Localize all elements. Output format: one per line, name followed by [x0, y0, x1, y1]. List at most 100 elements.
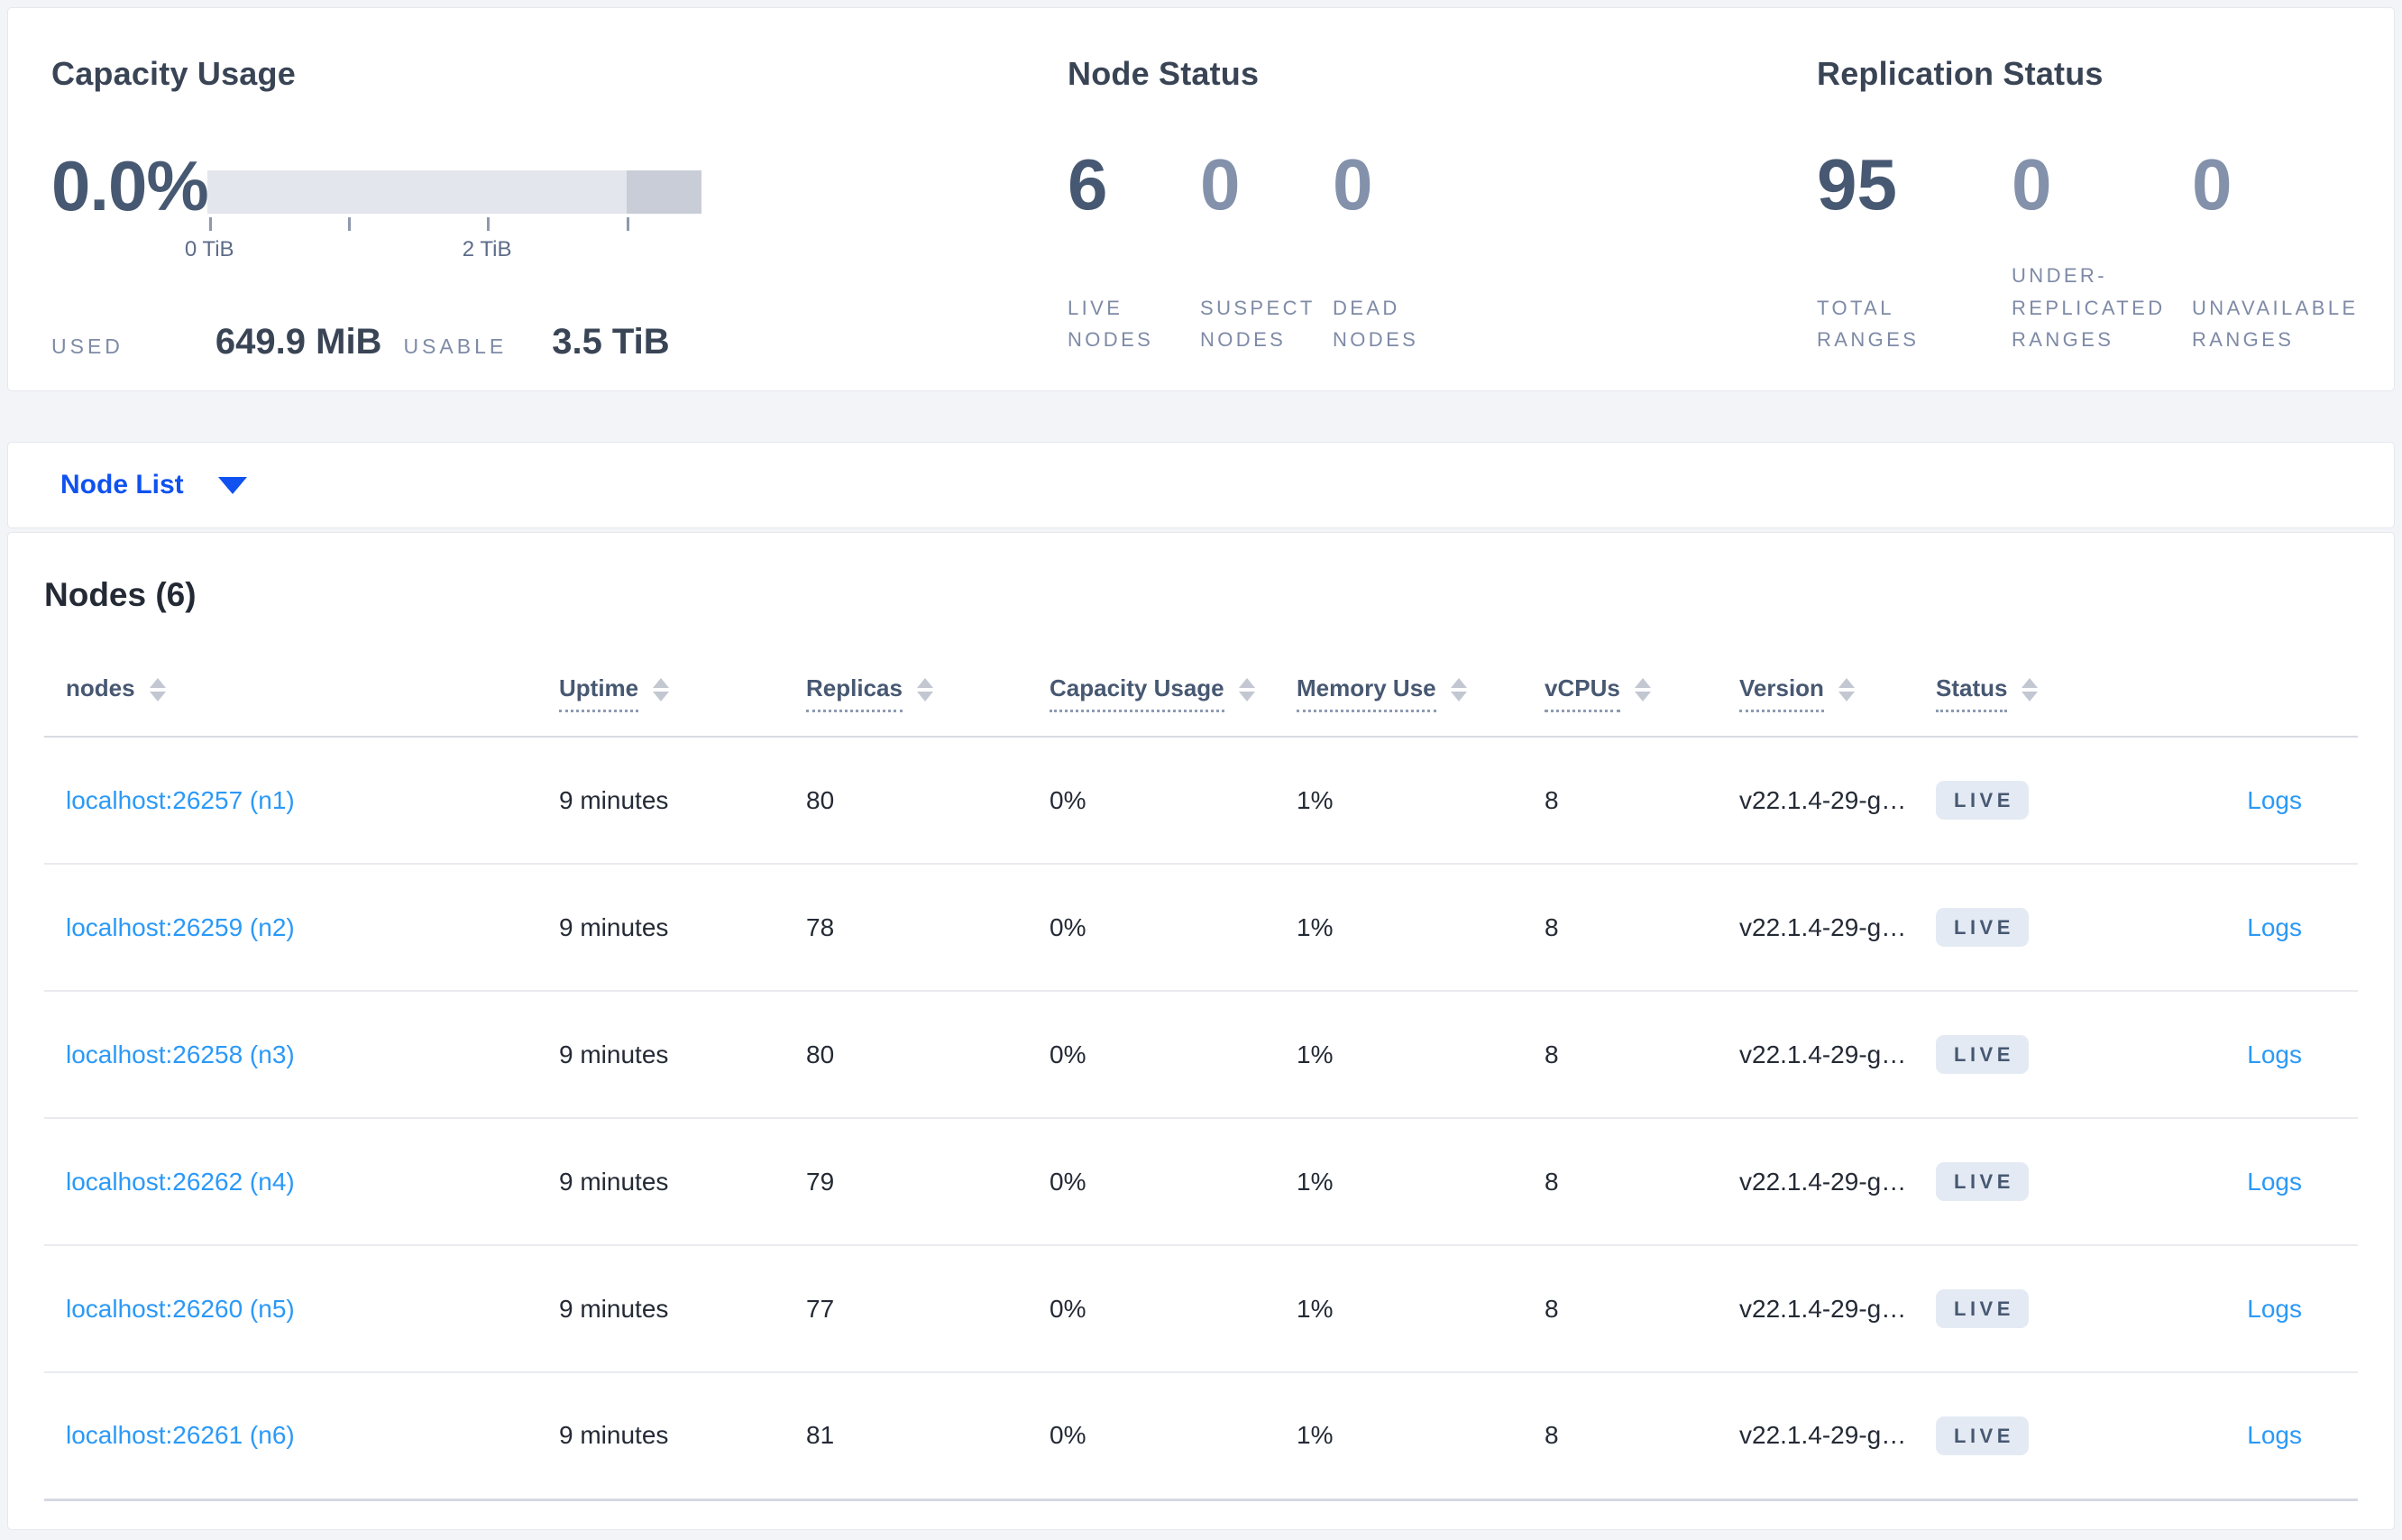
nodes-card: Nodes (6) nodes Uptime Replicas Capacity… — [7, 532, 2395, 1530]
replicas-cell: 78 — [806, 864, 1050, 992]
table-row: localhost:26257 (n1) 9 minutes 80 0% 1% … — [44, 737, 2358, 865]
live-nodes-stat: 6 LIVE NODES — [1068, 8, 1200, 390]
node-link[interactable]: localhost:26262 (n4) — [66, 1168, 295, 1196]
logs-link[interactable]: Logs — [2247, 1295, 2302, 1323]
capacity-bar-chart: 0 TiB 2 TiB — [185, 170, 701, 279]
status-badge: LIVE — [1936, 1035, 2029, 1074]
vcpus-cell: 8 — [1545, 864, 1739, 992]
dead-nodes-stat: 0 DEAD NODES — [1333, 8, 1486, 390]
used-label: USED — [51, 335, 124, 358]
under-replicated-ranges-label: UNDER-REPLICATED RANGES — [2012, 264, 2166, 352]
version-cell: v22.1.4-29-g… — [1739, 1118, 1936, 1246]
used-value: 649.9 MiB — [215, 322, 382, 362]
logs-link[interactable]: Logs — [2247, 1168, 2302, 1196]
sort-icon — [653, 677, 670, 701]
table-row: localhost:26260 (n5) 9 minutes 77 0% 1% … — [44, 1245, 2358, 1373]
memory-cell: 1% — [1297, 864, 1545, 992]
axis-tick — [209, 217, 213, 231]
axis-tick-label: 2 TiB — [462, 237, 512, 261]
replication-stats: 95 TOTAL RANGES 0 UNDER-REPLICATED RANGE… — [1817, 8, 2402, 390]
memory-cell: 1% — [1297, 1245, 1545, 1373]
column-header-memory-use[interactable]: Memory Use — [1297, 650, 1545, 738]
total-ranges-value: 95 — [1817, 144, 1897, 225]
column-header-uptime[interactable]: Uptime — [559, 650, 806, 738]
version-cell: v22.1.4-29-g… — [1739, 1372, 1936, 1501]
chevron-down-icon[interactable] — [217, 476, 247, 494]
live-nodes-label: LIVE NODES — [1068, 296, 1154, 352]
capacity-cell: 0% — [1050, 864, 1297, 992]
unavailable-ranges-stat: 0 UNAVAILABLE RANGES — [2192, 8, 2402, 390]
capacity-bar-other-segment — [626, 170, 701, 214]
sort-icon — [1634, 677, 1651, 701]
column-header-capacity-usage[interactable]: Capacity Usage — [1050, 650, 1297, 738]
vcpus-cell: 8 — [1545, 737, 1739, 865]
column-header-vcpus[interactable]: vCPUs — [1545, 650, 1739, 738]
column-header-nodes[interactable]: nodes — [44, 650, 559, 738]
status-badge: LIVE — [1936, 781, 2029, 820]
node-link[interactable]: localhost:26258 (n3) — [66, 1040, 295, 1068]
capacity-usage-title: Capacity Usage — [51, 55, 296, 92]
node-link[interactable]: localhost:26260 (n5) — [66, 1295, 295, 1323]
memory-cell: 1% — [1297, 737, 1545, 865]
column-header-version[interactable]: Version — [1739, 650, 1936, 738]
table-row: localhost:26259 (n2) 9 minutes 78 0% 1% … — [44, 864, 2358, 992]
node-status-stats: 6 LIVE NODES 0 SUSPECT NODES 0 DEAD NODE… — [1068, 8, 1486, 390]
under-replicated-ranges-value: 0 — [2012, 144, 2052, 225]
table-header-row: nodes Uptime Replicas Capacity Usage Mem… — [44, 650, 2358, 738]
capacity-cell: 0% — [1050, 737, 1297, 865]
usable-label: USABLE — [403, 335, 508, 358]
node-status-panel: Node Status 6 LIVE NODES 0 SUSPECT NODES… — [1068, 8, 1817, 390]
sort-icon — [1838, 677, 1855, 701]
status-badge: LIVE — [1936, 1162, 2029, 1201]
dead-nodes-label: DEAD NODES — [1333, 296, 1419, 352]
capacity-cell: 0% — [1050, 1245, 1297, 1373]
uptime-cell: 9 minutes — [559, 737, 806, 865]
node-list-dropdown[interactable]: Node List — [60, 470, 184, 500]
column-header-logs — [2129, 650, 2358, 738]
table-row: localhost:26261 (n6) 9 minutes 81 0% 1% … — [44, 1372, 2358, 1501]
column-header-status[interactable]: Status — [1936, 650, 2129, 738]
live-nodes-value: 6 — [1068, 144, 1108, 225]
uptime-cell: 9 minutes — [559, 1245, 806, 1373]
cluster-summary-card: Capacity Usage 0.0% 0 TiB 2 TiB USED 649… — [7, 7, 2395, 391]
sort-icon — [916, 677, 933, 701]
dead-nodes-value: 0 — [1333, 144, 1373, 225]
sort-icon — [149, 677, 166, 701]
capacity-footer: USED 649.9 MiB USABLE 3.5 TiB — [51, 322, 670, 362]
logs-link[interactable]: Logs — [2247, 1421, 2302, 1449]
uptime-cell: 9 minutes — [559, 1372, 806, 1501]
logs-link[interactable]: Logs — [2247, 786, 2302, 814]
memory-cell: 1% — [1297, 1118, 1545, 1246]
node-link[interactable]: localhost:26257 (n1) — [66, 786, 295, 814]
status-badge: LIVE — [1936, 1416, 2029, 1455]
capacity-cell: 0% — [1050, 991, 1297, 1119]
replicas-cell: 81 — [806, 1372, 1050, 1501]
axis-tick — [487, 217, 490, 231]
replication-status-panel: Replication Status 95 TOTAL RANGES 0 UND… — [1817, 8, 2394, 390]
sort-icon — [1238, 677, 1255, 701]
node-link[interactable]: localhost:26261 (n6) — [66, 1421, 295, 1449]
status-badge: LIVE — [1936, 908, 2029, 947]
uptime-cell: 9 minutes — [559, 991, 806, 1119]
column-header-replicas[interactable]: Replicas — [806, 650, 1050, 738]
vcpus-cell: 8 — [1545, 991, 1739, 1119]
memory-cell: 1% — [1297, 1372, 1545, 1501]
sort-icon — [2022, 677, 2039, 701]
vcpus-cell: 8 — [1545, 1372, 1739, 1501]
total-ranges-label: TOTAL RANGES — [1817, 296, 1920, 352]
nodes-section-title: Nodes (6) — [44, 576, 197, 613]
logs-link[interactable]: Logs — [2247, 1040, 2302, 1068]
unavailable-ranges-value: 0 — [2192, 144, 2232, 225]
version-cell: v22.1.4-29-g… — [1739, 864, 1936, 992]
capacity-cell: 0% — [1050, 1372, 1297, 1501]
suspect-nodes-label: SUSPECT NODES — [1200, 296, 1316, 352]
capacity-usage-panel: Capacity Usage 0.0% 0 TiB 2 TiB USED 649… — [8, 8, 1068, 390]
capacity-cell: 0% — [1050, 1118, 1297, 1246]
suspect-nodes-value: 0 — [1200, 144, 1241, 225]
axis-tick — [348, 217, 352, 231]
status-badge: LIVE — [1936, 1289, 2029, 1328]
node-link[interactable]: localhost:26259 (n2) — [66, 913, 295, 941]
logs-link[interactable]: Logs — [2247, 913, 2302, 941]
view-selector-bar: Node List — [7, 442, 2395, 528]
capacity-bar — [207, 170, 701, 214]
